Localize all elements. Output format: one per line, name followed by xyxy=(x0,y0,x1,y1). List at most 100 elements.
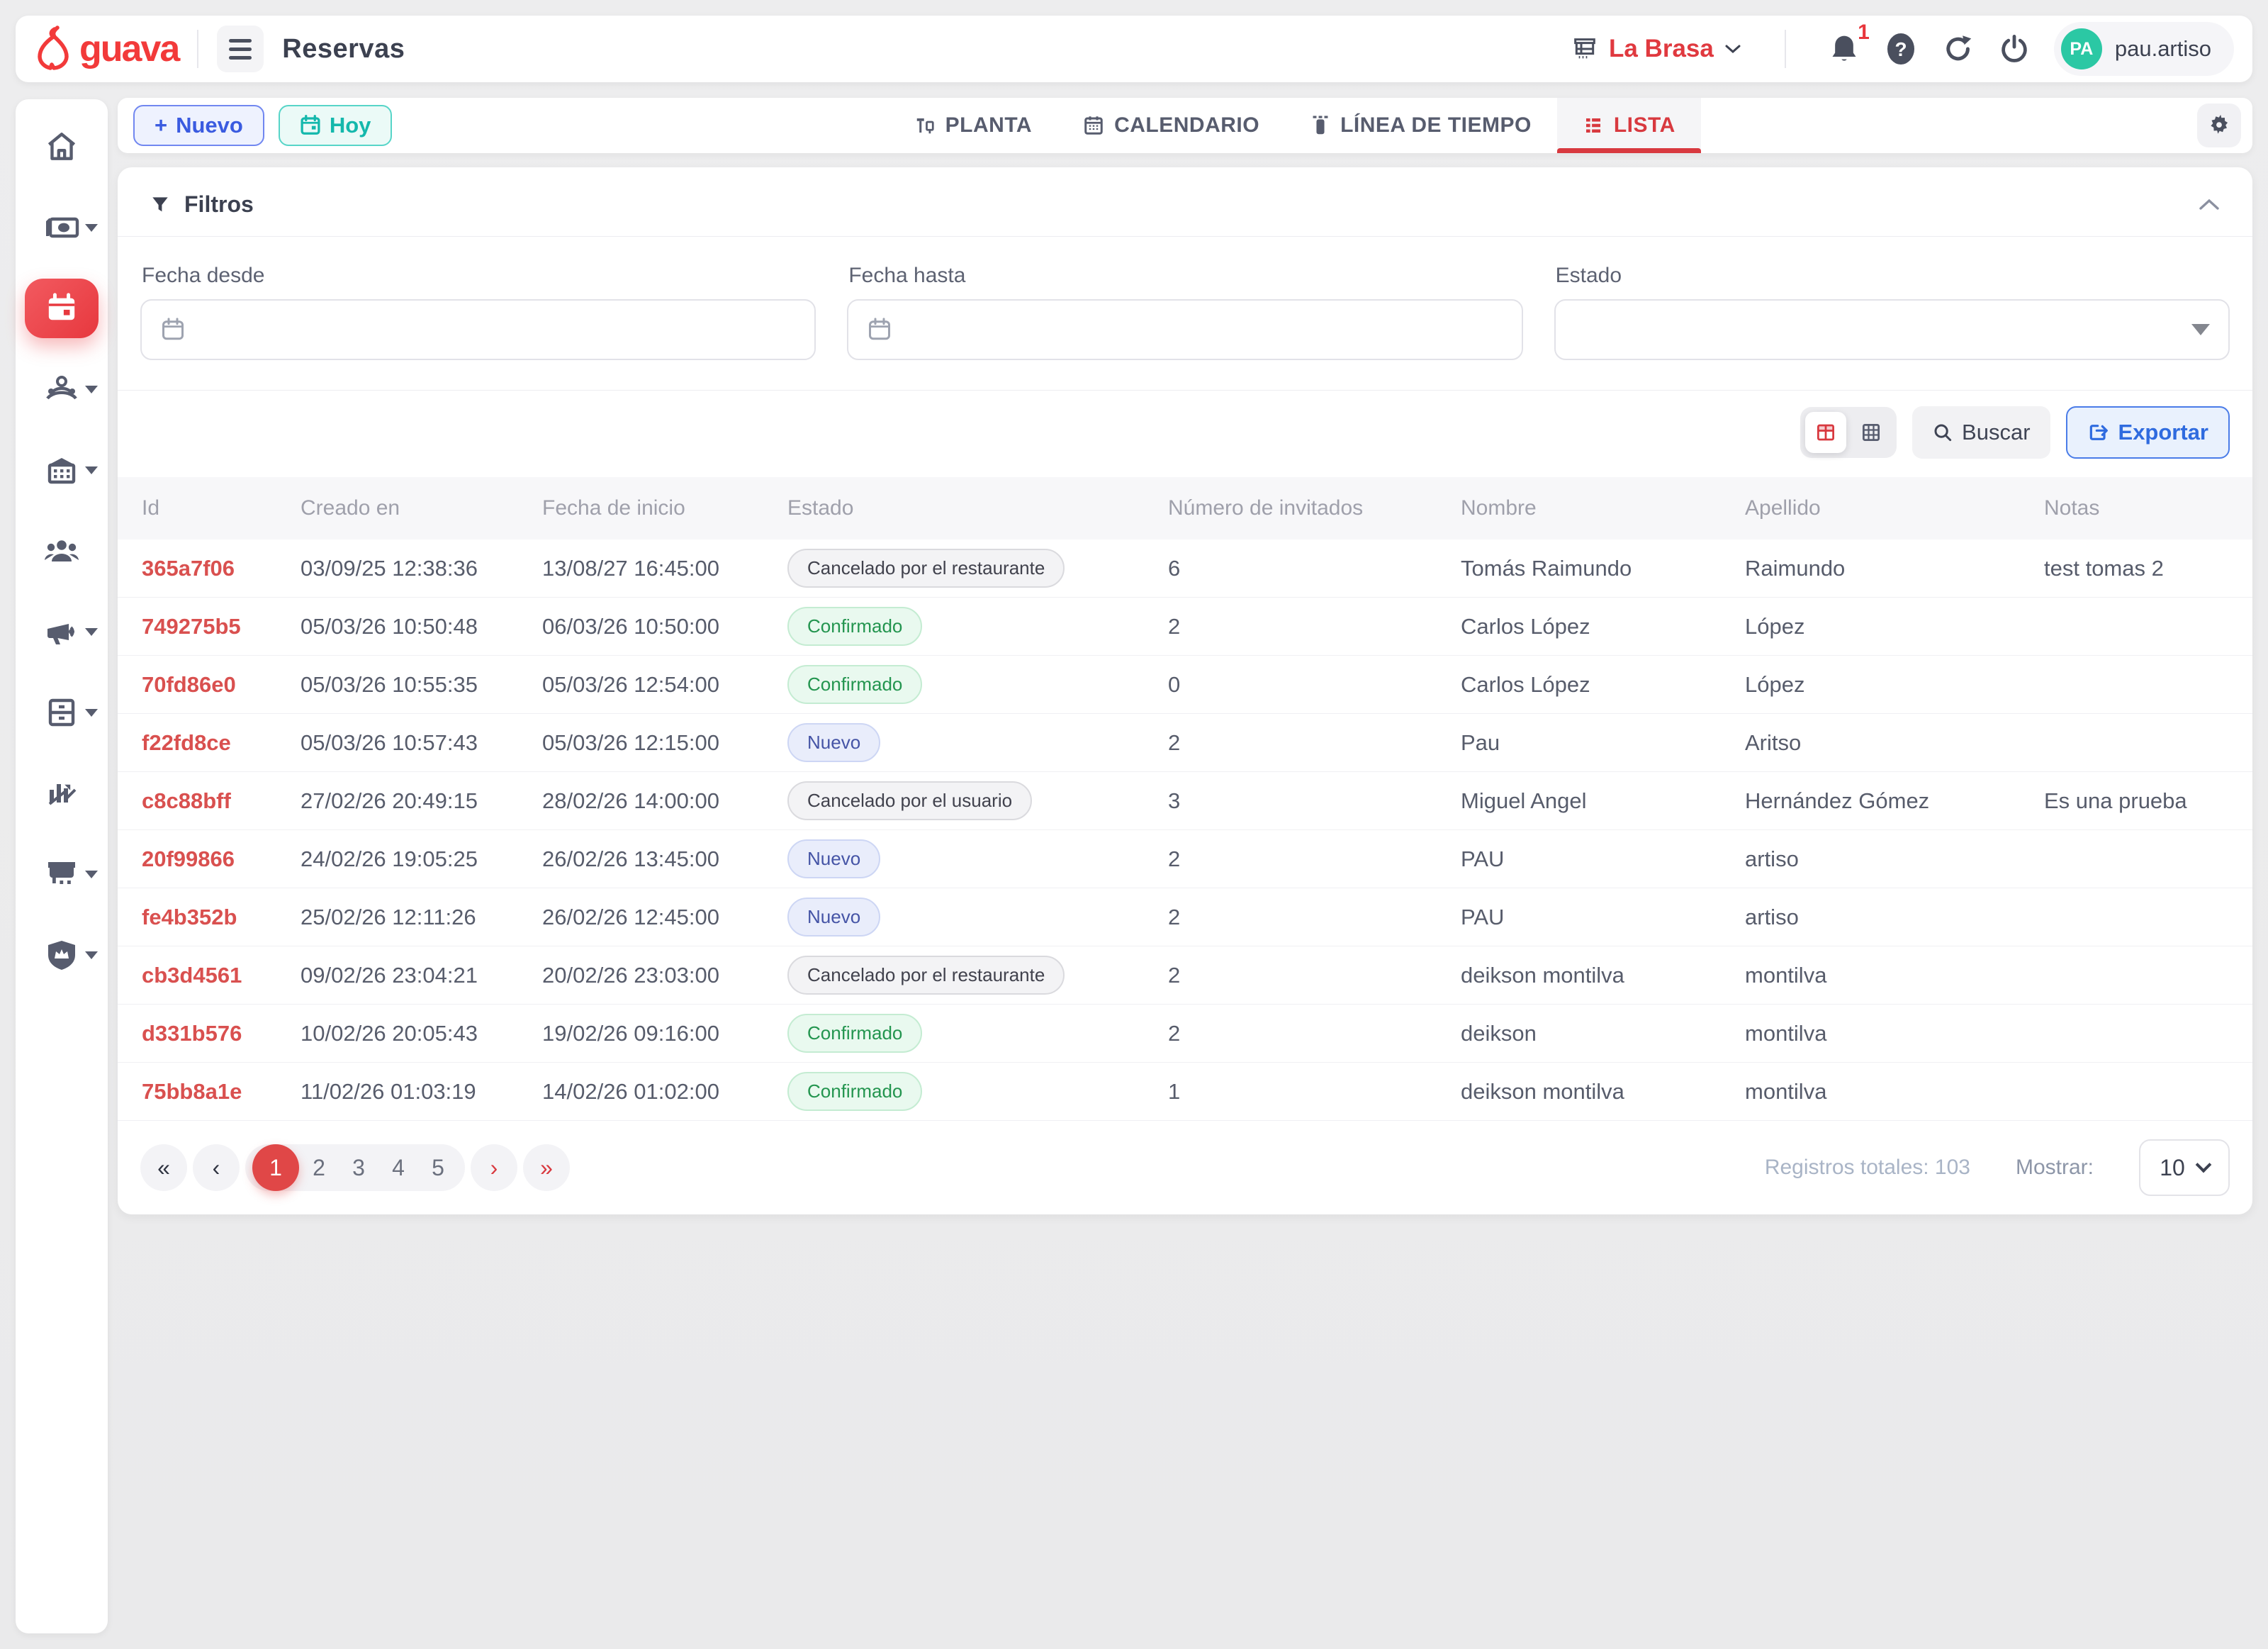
column-header: Fecha de inicio xyxy=(542,496,787,520)
page-numbers: 1 2 3 4 5 xyxy=(245,1144,465,1191)
collapse-filters-button[interactable] xyxy=(2197,197,2221,213)
status-cell: Nuevo xyxy=(787,723,1168,762)
sidebar-item-home[interactable] xyxy=(16,106,108,187)
plus-icon: + xyxy=(155,113,167,138)
sidebar-item-venue[interactable] xyxy=(16,430,108,510)
guests-cell: 2 xyxy=(1168,963,1461,988)
sidebar-item-inventory[interactable] xyxy=(16,672,108,753)
sidebar-item-customers[interactable] xyxy=(16,349,108,430)
page-number-button[interactable]: 2 xyxy=(299,1144,339,1191)
grid-view-button[interactable] xyxy=(1851,412,1892,453)
status-badge: Cancelado por el restaurante xyxy=(787,549,1065,588)
status-badge: Confirmado xyxy=(787,1014,922,1053)
table-row[interactable]: 365a7f06 03/09/25 12:38:36 13/08/27 16:4… xyxy=(118,540,2252,598)
tab-planta[interactable]: PLANTA xyxy=(889,98,1057,153)
svg-text:?: ? xyxy=(1894,38,1907,60)
status-select[interactable] xyxy=(1554,299,2230,360)
start-date-cell: 05/03/26 12:54:00 xyxy=(542,672,787,698)
search-icon xyxy=(1932,422,1953,443)
table-row[interactable]: d331b576 10/02/26 20:05:43 19/02/26 09:1… xyxy=(118,1005,2252,1063)
sidebar-item-admin[interactable] xyxy=(16,915,108,995)
table-row[interactable]: 75bb8a1e 11/02/26 01:03:19 14/02/26 01:0… xyxy=(118,1063,2252,1121)
page-number-button[interactable]: 5 xyxy=(418,1144,458,1191)
sidebar-item-store[interactable] xyxy=(16,834,108,915)
table-row[interactable]: 20f99866 24/02/26 19:05:25 26/02/26 13:4… xyxy=(118,830,2252,888)
venue-switcher[interactable]: La Brasa xyxy=(1571,35,1742,63)
tab-lista[interactable]: LISTA xyxy=(1557,98,1701,153)
status-cell: Cancelado por el restaurante xyxy=(787,549,1168,588)
export-button[interactable]: Exportar xyxy=(2066,406,2230,459)
status-cell: Cancelado por el restaurante xyxy=(787,956,1168,995)
page-size-select[interactable]: 10 xyxy=(2139,1139,2230,1196)
next-page-button[interactable]: › xyxy=(471,1144,517,1191)
reservation-id-link[interactable]: 365a7f06 xyxy=(142,556,301,581)
logout-button[interactable] xyxy=(1999,33,2030,65)
today-button[interactable]: Hoy xyxy=(279,105,393,146)
page-number-button[interactable]: 4 xyxy=(378,1144,418,1191)
lastname-cell: Hernández Gómez xyxy=(1745,788,2044,814)
reservation-id-link[interactable]: 20f99866 xyxy=(142,846,301,872)
view-toolbar: + Nuevo Hoy PLANTA xyxy=(118,98,2252,153)
table-row[interactable]: cb3d4561 09/02/26 23:04:21 20/02/26 23:0… xyxy=(118,946,2252,1005)
name-cell: deikson montilva xyxy=(1461,963,1745,988)
column-header: Número de invitados xyxy=(1168,496,1461,520)
table-row[interactable]: f22fd8ce 05/03/26 10:57:43 05/03/26 12:1… xyxy=(118,714,2252,772)
tab-linea-de-tiempo[interactable]: LÍNEA DE TIEMPO xyxy=(1285,98,1557,153)
lastname-cell: artiso xyxy=(1745,846,2044,872)
column-header: Creado en xyxy=(301,496,542,520)
guests-cell: 2 xyxy=(1168,846,1461,872)
page-number-button[interactable]: 3 xyxy=(339,1144,378,1191)
user-menu[interactable]: PA pau.artiso xyxy=(2054,22,2234,76)
guava-pear-icon xyxy=(34,25,72,73)
sidebar-item-reservations[interactable] xyxy=(16,268,108,349)
last-page-button[interactable]: » xyxy=(523,1144,570,1191)
date-to-input[interactable] xyxy=(847,299,1522,360)
refresh-button[interactable] xyxy=(1942,33,1975,65)
reservation-id-link[interactable]: f22fd8ce xyxy=(142,730,301,756)
reservation-id-link[interactable]: 75bb8a1e xyxy=(142,1079,301,1105)
reservation-id-link[interactable]: c8c88bff xyxy=(142,788,301,814)
help-button[interactable]: ? xyxy=(1884,32,1918,66)
page-title: Reservas xyxy=(282,34,405,65)
lastname-cell: Raimundo xyxy=(1745,556,2044,581)
table-view-button[interactable] xyxy=(1805,412,1846,453)
calendar-grid-icon xyxy=(1083,115,1104,136)
table-row[interactable]: 70fd86e0 05/03/26 10:55:35 05/03/26 12:5… xyxy=(118,656,2252,714)
divider xyxy=(197,30,198,68)
start-date-cell: 26/02/26 13:45:00 xyxy=(542,846,787,872)
first-page-button[interactable]: « xyxy=(140,1144,187,1191)
status-cell: Confirmado xyxy=(787,607,1168,646)
page-number-button[interactable]: 1 xyxy=(252,1144,299,1191)
table-row[interactable]: fe4b352b 25/02/26 12:11:26 26/02/26 12:4… xyxy=(118,888,2252,946)
sidebar-item-marketing[interactable] xyxy=(16,591,108,672)
lastname-cell: montilva xyxy=(1745,1079,2044,1105)
reservation-id-link[interactable]: cb3d4561 xyxy=(142,963,301,988)
sidebar-item-team[interactable] xyxy=(16,510,108,591)
reservation-id-link[interactable]: d331b576 xyxy=(142,1021,301,1046)
status-badge: Nuevo xyxy=(787,898,880,937)
reservation-id-link[interactable]: 70fd86e0 xyxy=(142,672,301,698)
start-date-cell: 26/02/26 12:45:00 xyxy=(542,905,787,930)
guests-cell: 1 xyxy=(1168,1079,1461,1105)
search-button[interactable]: Buscar xyxy=(1912,406,2050,459)
name-cell: Carlos López xyxy=(1461,672,1745,698)
reservation-id-link[interactable]: 749275b5 xyxy=(142,614,301,639)
menu-toggle-button[interactable] xyxy=(217,26,264,72)
date-from-input[interactable] xyxy=(140,299,816,360)
guests-cell: 6 xyxy=(1168,556,1461,581)
settings-button[interactable] xyxy=(2197,104,2241,147)
username: pau.artiso xyxy=(2115,36,2211,62)
tab-calendario[interactable]: CALENDARIO xyxy=(1057,98,1285,153)
column-header: Nombre xyxy=(1461,496,1745,520)
sidebar-item-analytics[interactable] xyxy=(16,753,108,834)
sidebar-item-payments[interactable] xyxy=(16,187,108,268)
new-reservation-button[interactable]: + Nuevo xyxy=(133,105,264,146)
table-row[interactable]: 749275b5 05/03/26 10:50:48 06/03/26 10:5… xyxy=(118,598,2252,656)
chevron-down-icon xyxy=(2195,1157,2211,1173)
marketing-megaphone-icon xyxy=(43,616,80,647)
reservation-id-link[interactable]: fe4b352b xyxy=(142,905,301,930)
table-row[interactable]: c8c88bff 27/02/26 20:49:15 28/02/26 14:0… xyxy=(118,772,2252,830)
notifications-button[interactable]: 1 xyxy=(1829,32,1860,66)
lastname-cell: montilva xyxy=(1745,963,2044,988)
prev-page-button[interactable]: ‹ xyxy=(193,1144,240,1191)
